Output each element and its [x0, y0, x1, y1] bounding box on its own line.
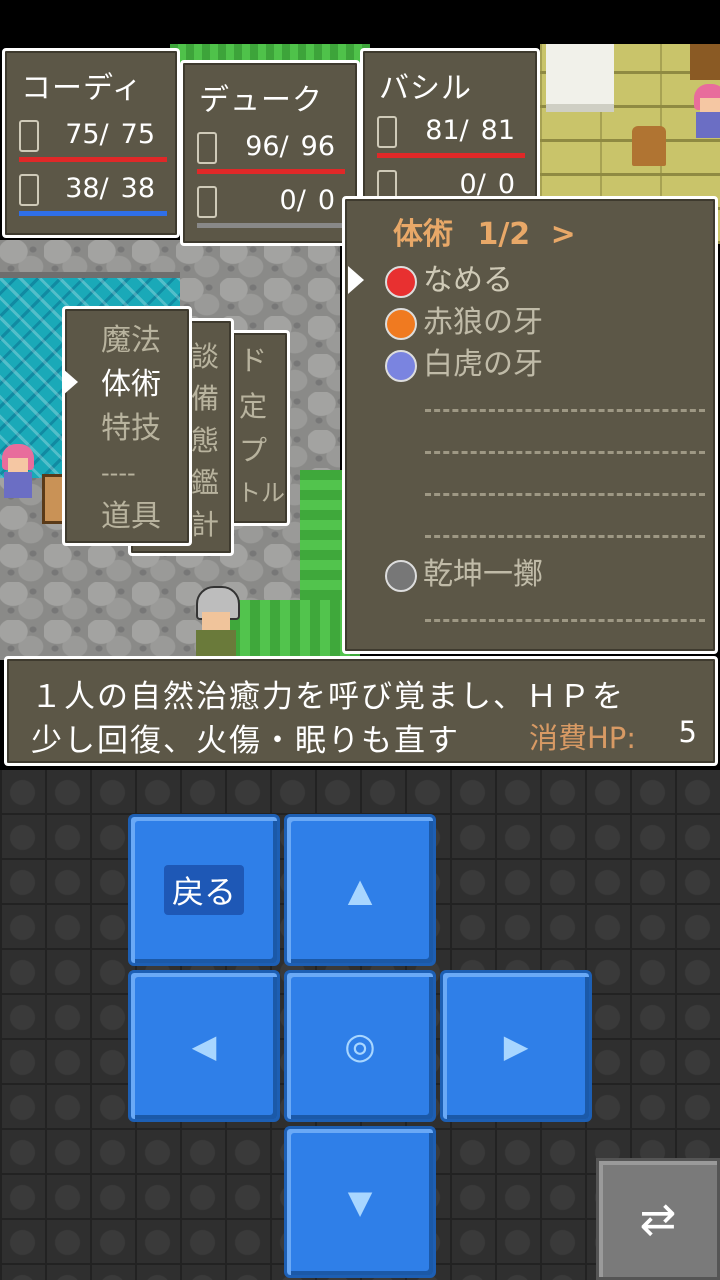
npc-pink-hair: [0, 444, 40, 500]
cost-label: 消費HP:: [529, 721, 637, 755]
hp-bar: [377, 153, 525, 158]
ice-icon: [385, 349, 417, 382]
member-name: デューク: [199, 83, 323, 118]
submenu-char: 計: [191, 508, 220, 541]
description-line-2: 少し回復、火傷・眠りも直す: [31, 723, 460, 759]
stool-sprite: [632, 126, 666, 166]
mp-bar: [197, 223, 345, 228]
hp-bar: [19, 157, 167, 162]
sword-icon: [385, 559, 417, 592]
down-arrow-icon: ▼: [347, 1183, 373, 1221]
description-line-1: １人の自然治癒力を呼び覚まし、ＨＰを: [31, 679, 625, 715]
hp-bar: [197, 169, 345, 174]
skill-cursor-icon: [348, 266, 364, 294]
menu-item-martial-arts[interactable]: 体術: [101, 363, 161, 407]
menu-item-items[interactable]: 道具: [101, 495, 161, 539]
mp-bar: [19, 211, 167, 216]
dpad-down-button[interactable]: ▼: [284, 1126, 436, 1278]
hp-icon: [197, 131, 217, 164]
submenu-char: トル: [237, 479, 285, 507]
hp-max: 96: [300, 131, 335, 162]
menu-item-magic[interactable]: 魔法: [101, 319, 161, 363]
empty-slot: [425, 535, 705, 538]
right-arrow-icon: ▶: [503, 1027, 529, 1065]
submenu-char: 談: [191, 340, 220, 373]
skill-name: 乾坤一擲: [423, 557, 543, 592]
heart-icon: [385, 265, 417, 298]
grass-tile: [230, 600, 350, 660]
mp-current: 38/: [65, 173, 109, 204]
hp-max: 75: [120, 119, 155, 150]
menu-item-separator: ----: [101, 459, 136, 487]
submenu-char: 定: [239, 390, 268, 423]
next-page-arrow-icon[interactable]: >: [551, 217, 576, 252]
submenu-char: ド: [239, 344, 268, 377]
submenu-char: 鑑: [191, 466, 220, 499]
empty-slot: [425, 409, 705, 412]
party-status-duke: デューク 96/96 0/0: [180, 60, 360, 246]
dpad-up-button[interactable]: ▲: [284, 814, 436, 966]
hp-current: 81/: [425, 115, 469, 146]
hp-icon: [19, 119, 39, 152]
submenu-back-2: ド 定 プ トル: [230, 330, 290, 526]
menu-item-skills[interactable]: 特技: [101, 407, 161, 451]
skill-name: なめる: [423, 263, 513, 298]
menu-cursor-icon: [62, 368, 78, 396]
back-button-label: 戻る: [163, 865, 244, 915]
empty-slot: [425, 619, 705, 622]
submenu-char: 態: [191, 424, 220, 457]
cost-value: 5: [678, 715, 697, 749]
left-arrow-icon: ◀: [191, 1027, 217, 1065]
skill-window: 体術 1/2 > なめる 赤狼の牙 白虎の牙 乾坤一擲: [342, 196, 718, 654]
dpad-right-button[interactable]: ▶: [440, 970, 592, 1122]
empty-slot: [425, 451, 705, 454]
table-sprite: [546, 44, 614, 112]
hp-current: 75/: [65, 119, 109, 150]
mp-icon: [197, 185, 217, 218]
confirm-icon: ◎: [344, 1025, 376, 1067]
skill-category-title: 体術: [393, 217, 453, 252]
hp-max: 81: [480, 115, 515, 146]
dpad-left-button[interactable]: ◀: [128, 970, 280, 1122]
mp-max: 0: [317, 185, 335, 216]
fire-icon: [385, 307, 417, 340]
member-name: コーディ: [21, 71, 143, 106]
skill-name: 白虎の牙: [423, 347, 543, 382]
description-panel: １人の自然治癒力を呼び覚まし、ＨＰを 少し回復、火傷・眠りも直す 消費HP: 5: [4, 656, 718, 766]
hp-current: 96/: [245, 131, 289, 162]
hp-icon: [377, 115, 397, 148]
skill-item[interactable]: なめる: [385, 261, 513, 301]
skill-page-indicator: 1/2: [477, 217, 531, 252]
top-strip: [0, 0, 720, 44]
skill-item[interactable]: 白虎の牙: [385, 345, 543, 385]
party-status-cody: コーディ 75/75 38/38: [2, 48, 180, 238]
skill-item[interactable]: 乾坤一擲: [385, 555, 543, 595]
barrel-sprite: [690, 44, 720, 80]
submenu-char: プ: [239, 434, 268, 467]
swap-icon: ⇄: [639, 1193, 677, 1245]
npc-pink-hair: [692, 84, 720, 140]
up-arrow-icon: ▲: [347, 871, 373, 909]
swap-button[interactable]: ⇄: [596, 1158, 720, 1280]
submenu-char: 備: [191, 382, 220, 415]
dpad-center-button[interactable]: ◎: [284, 970, 436, 1122]
back-button[interactable]: 戻る: [128, 814, 280, 966]
mp-max: 38: [120, 173, 155, 204]
skill-name: 赤狼の牙: [423, 305, 543, 340]
mp-icon: [19, 173, 39, 206]
game-screen: コーディ 75/75 38/38 デューク 96/96 0/0 バシル 81/8…: [0, 0, 720, 770]
soldier-sprite: [190, 586, 240, 660]
command-menu: 魔法 体術 特技 ---- 道具: [62, 306, 192, 546]
empty-slot: [425, 493, 705, 496]
member-name: バシル: [379, 71, 472, 106]
skill-item[interactable]: 赤狼の牙: [385, 303, 543, 343]
mp-current: 0/: [279, 185, 306, 216]
